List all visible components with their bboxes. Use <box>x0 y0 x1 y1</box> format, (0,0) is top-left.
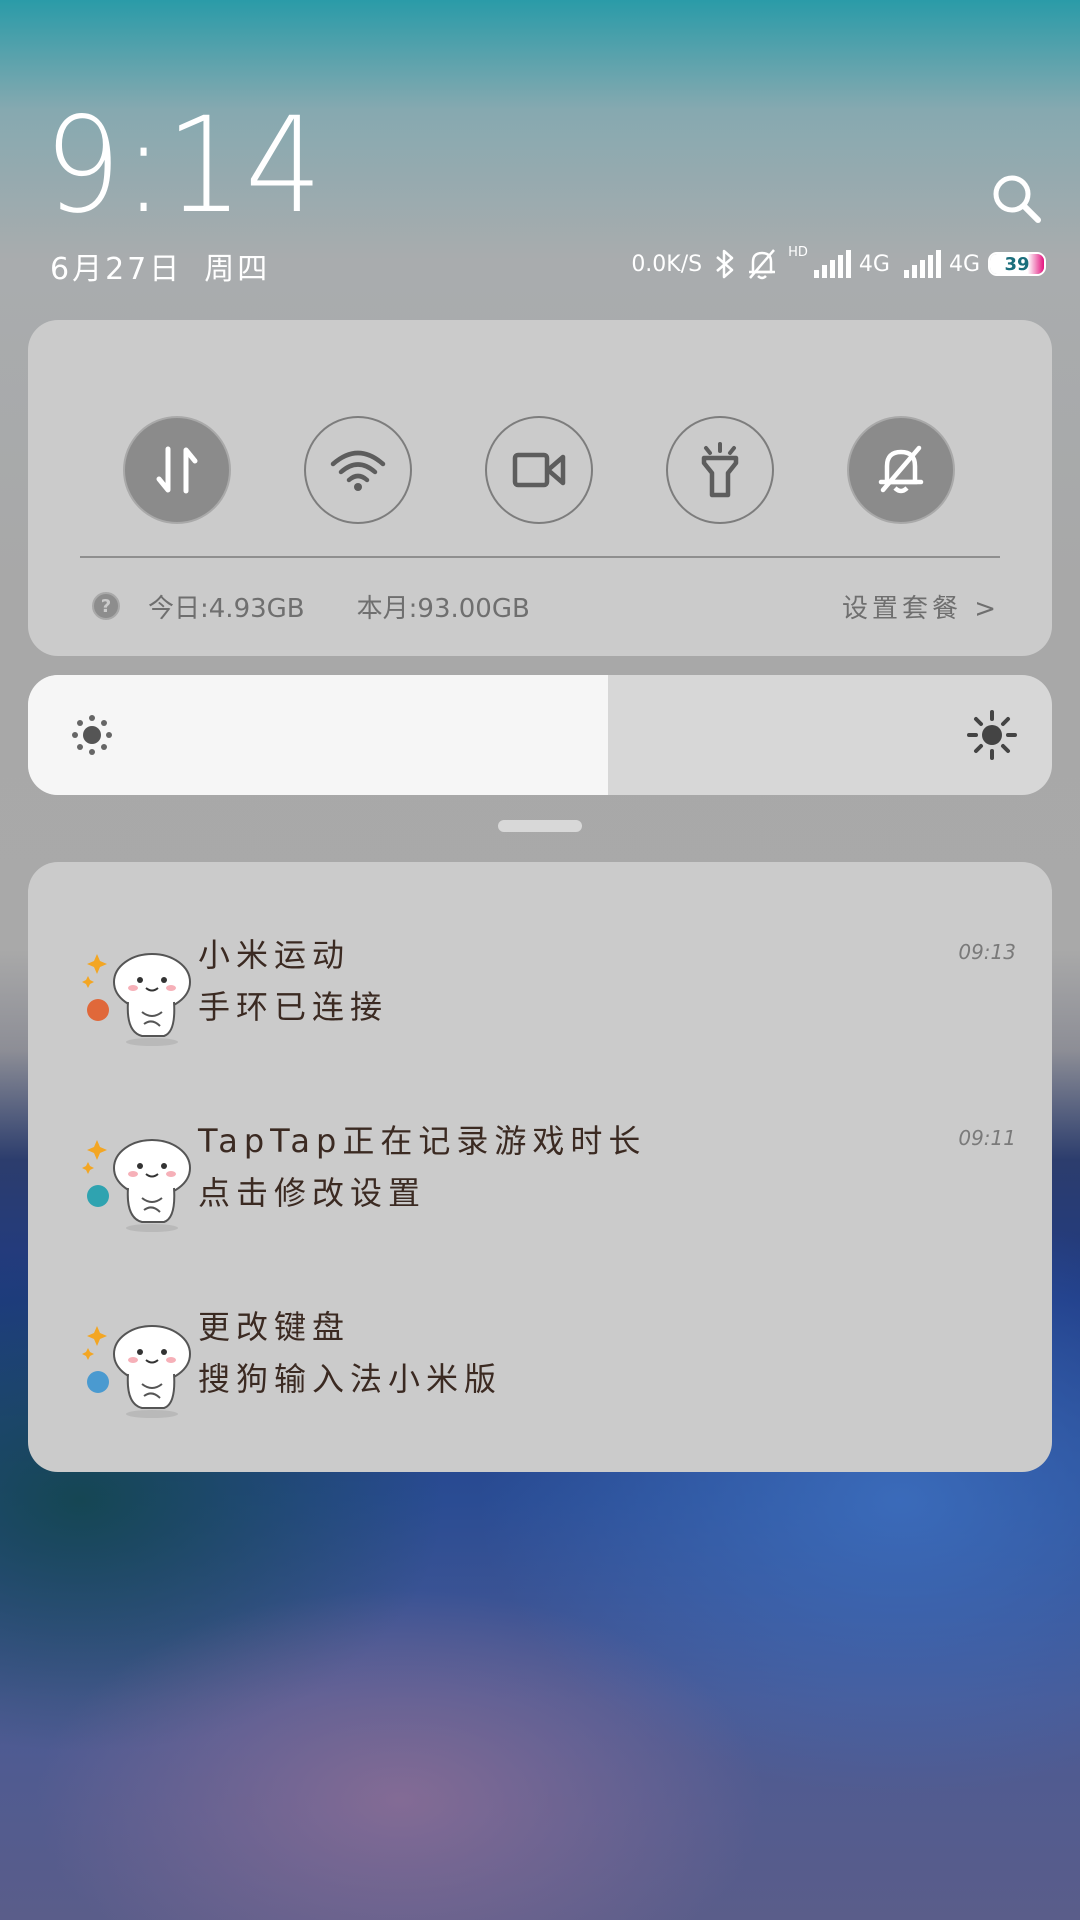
data-arrows-icon <box>156 446 198 494</box>
weekday: 周四 <box>204 252 271 287</box>
notification-title: TapTap正在记录游戏时长 <box>198 1122 647 1160</box>
notification-item[interactable]: 小米运动 手环已连接 09:13 <box>28 920 1052 1050</box>
notification-item[interactable]: TapTap正在记录游戏时长 点击修改设置 09:11 <box>28 1106 1052 1236</box>
net-speed: 0.0K/S <box>631 251 703 277</box>
notification-item[interactable]: 更改键盘 搜狗输入法小米版 <box>28 1292 1052 1422</box>
notification-body: 搜狗输入法小米版 <box>198 1360 503 1398</box>
help-icon[interactable]: ? <box>92 592 120 620</box>
date-line[interactable]: 6月27日 周四 <box>50 244 292 288</box>
search-icon[interactable] <box>988 170 1044 226</box>
screen-recorder-toggle[interactable] <box>485 416 593 524</box>
today-usage: 今日:4.93GB <box>148 593 305 624</box>
flashlight-icon <box>701 442 739 498</box>
battery-level: 39 <box>1004 253 1030 275</box>
status-bar: 0.0K/S HD 4G 4G 39 <box>631 244 1046 284</box>
hd-voice-label: HD <box>788 244 808 260</box>
notification-body: 手环已连接 <box>198 988 389 1026</box>
sim1-signal-icon <box>813 250 851 278</box>
bell-off-icon <box>878 445 924 494</box>
data-usage-row: ? 今日:4.93GB 本月:93.00GB 设置套餐 > <box>92 586 1000 626</box>
cartoon-avatar-icon <box>82 1139 191 1232</box>
notification-body: 点击修改设置 <box>198 1174 427 1212</box>
flashlight-toggle[interactable] <box>666 416 774 524</box>
clock[interactable]: 9:14 <box>44 100 324 232</box>
wifi-icon <box>330 450 386 491</box>
notification-list: 小米运动 手环已连接 09:13 TapTap正在记录游戏时长 点击修改设置 0… <box>28 862 1052 1472</box>
date: 6月27日 <box>50 252 183 287</box>
set-plan-link[interactable]: 设置套餐 > <box>842 588 1000 625</box>
cartoon-avatar-icon <box>82 953 191 1046</box>
quick-settings-panel: ? 今日:4.93GB 本月:93.00GB 设置套餐 > <box>28 320 1052 656</box>
bluetooth-icon <box>716 249 734 279</box>
notification-time: 09:11 <box>958 1126 1016 1150</box>
month-usage: 本月:93.00GB <box>356 593 530 624</box>
divider <box>80 556 1000 558</box>
sim2-signal-icon <box>903 250 941 278</box>
silent-mode-toggle[interactable] <box>847 416 955 524</box>
sim2-network-type: 4G <box>948 251 980 277</box>
mobile-data-toggle[interactable] <box>123 416 231 524</box>
video-camera-icon <box>512 452 566 488</box>
brightness-slider[interactable] <box>28 675 1052 795</box>
brightness-high-icon <box>967 710 1017 760</box>
bell-off-icon <box>749 249 776 280</box>
drag-handle[interactable] <box>498 820 582 832</box>
sim1-network-type: 4G <box>858 251 890 277</box>
cartoon-avatar-icon <box>82 1325 191 1418</box>
notification-title: 小米运动 <box>198 936 351 974</box>
brightness-low-icon <box>72 715 112 755</box>
wifi-toggle[interactable] <box>304 416 412 524</box>
notification-time: 09:13 <box>958 940 1016 964</box>
battery-icon: 39 <box>988 252 1046 276</box>
notification-title: 更改键盘 <box>198 1308 351 1346</box>
